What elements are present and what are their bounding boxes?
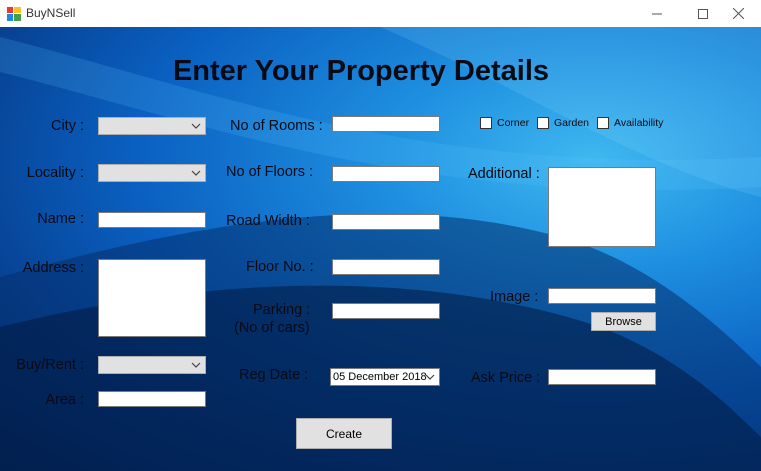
garden-label: Garden [554,117,590,129]
ask-price-field[interactable] [548,369,656,387]
address-textarea[interactable] [98,259,206,337]
locality-combobox[interactable] [98,164,206,182]
maximize-icon [698,8,708,19]
city-label: City : [50,118,84,134]
ask-price-label: Ask Price : [471,370,541,386]
parking-sub-label: (No of cars) [234,320,310,336]
window-title: BuyNSell [26,6,76,20]
buy-rent-combobox[interactable] [98,356,206,374]
app-window: BuyNSell Enter Your Property Details Cit… [0,0,761,471]
chevron-down-icon [191,362,201,368]
chevron-down-icon [191,123,201,129]
floor-no-label: Floor No. : [246,259,314,275]
form-client-area: Enter Your Property Details City : Local… [0,27,761,471]
title-bar[interactable]: BuyNSell [0,0,761,27]
browse-button[interactable]: Browse [591,312,656,331]
road-width-field[interactable] [332,214,440,232]
area-label: Area : [45,392,84,408]
garden-checkbox[interactable] [537,117,549,129]
reg-date-value: 05 December 2018 [333,371,427,383]
close-button[interactable] [715,0,761,27]
floors-label: No of Floors : [226,164,314,180]
app-icon [7,7,21,21]
address-label: Address : [22,260,84,276]
name-field[interactable] [98,212,206,230]
locality-label: Locality : [26,165,84,181]
rooms-field[interactable] [332,116,440,134]
area-input[interactable] [99,395,205,409]
image-path-field[interactable] [548,288,656,306]
ask-price-input[interactable] [549,373,655,387]
floors-field[interactable] [332,166,440,184]
area-field[interactable] [98,391,206,409]
availability-checkbox[interactable] [597,117,609,129]
additional-textarea[interactable] [548,167,656,247]
corner-label: Corner [497,117,530,129]
floor-no-field[interactable] [332,259,440,277]
corner-checkbox[interactable] [480,117,492,129]
floors-input[interactable] [333,170,439,184]
image-label: Image : [490,289,539,305]
buy-rent-label: Buy/Rent : [16,357,84,373]
parking-input[interactable] [333,307,439,321]
availability-label: Availability [614,117,664,129]
floor-no-input[interactable] [333,263,439,277]
image-path-input[interactable] [549,292,655,306]
reg-date-picker[interactable]: 05 December 2018 [330,368,440,386]
additional-label: Additional : [468,166,540,182]
road-width-input[interactable] [333,218,439,232]
create-button[interactable]: Create [296,418,392,449]
minimize-icon [652,13,662,14]
parking-label: Parking : [253,302,311,318]
name-input[interactable] [99,216,205,230]
name-label: Name : [37,211,84,227]
rooms-input[interactable] [333,120,439,134]
reg-date-label: Reg Date : [239,367,309,383]
minimize-button[interactable] [634,0,680,27]
chevron-down-icon [425,374,435,380]
road-width-label: Road Width : [226,213,310,229]
page-title: Enter Your Property Details [172,55,550,87]
parking-field[interactable] [332,303,440,321]
city-combobox[interactable] [98,117,206,135]
rooms-label: No of Rooms : [230,118,323,134]
chevron-down-icon [191,170,201,176]
close-icon [732,8,744,19]
